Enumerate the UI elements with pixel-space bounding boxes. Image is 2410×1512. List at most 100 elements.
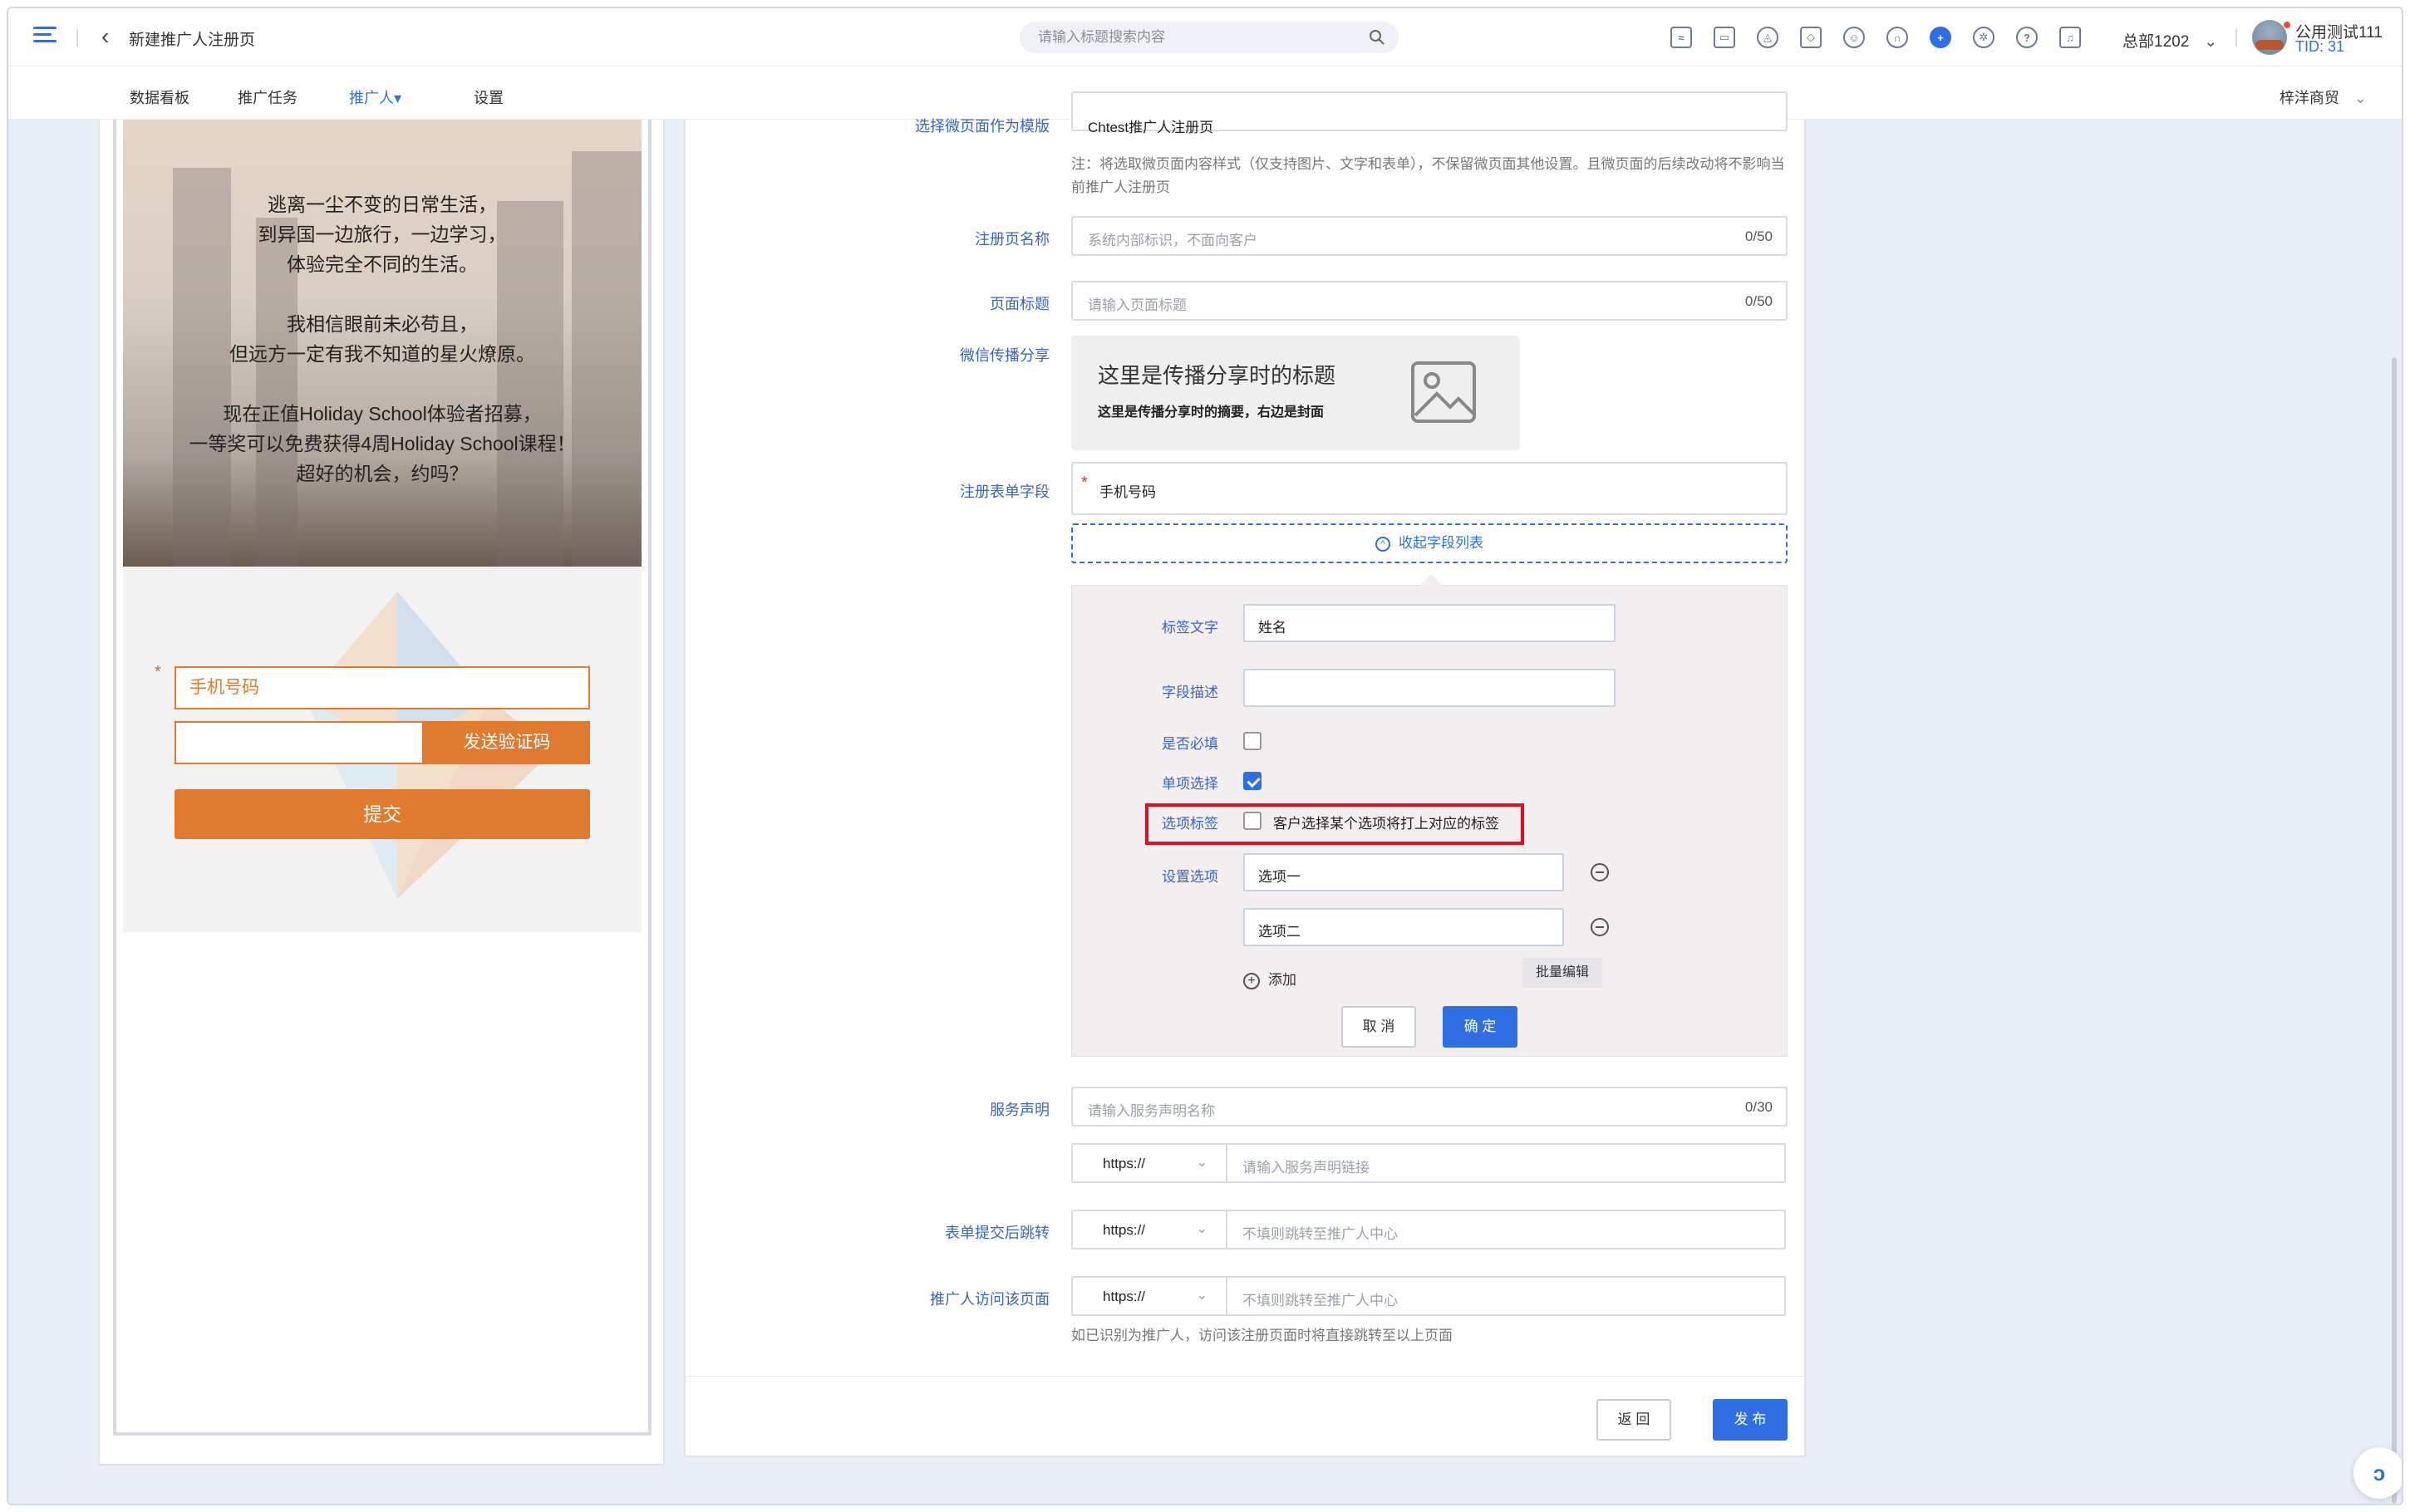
headset-icon[interactable]: ∩ bbox=[1886, 27, 1908, 48]
protocol-select[interactable]: https:// ⌄ bbox=[1071, 1210, 1226, 1249]
page-title-input[interactable]: 请输入页面标题 0/50 bbox=[1071, 281, 1788, 321]
form-card: 选择微页面作为模版 Chtest推广人注册页 注：将选取微页面内容样式（仅支持图… bbox=[684, 91, 1806, 1457]
share-title: 这里是传播分享时的标题 bbox=[1098, 363, 1336, 388]
required-star: * bbox=[155, 663, 161, 681]
hero-line: 现在正值Holiday School体验者招募， bbox=[223, 403, 542, 425]
top-bar: ‹ 新建推广人注册页 ≈ ▭ ◬ ◇ ☺ ∩ + ✲ ? ♫ 总部1202⌄ 公… bbox=[8, 8, 2402, 66]
collapse-fields-button[interactable]: ^ 收起字段列表 bbox=[1071, 523, 1788, 563]
remove-option-icon[interactable] bbox=[1591, 918, 1609, 936]
user-tid: TID: 31 bbox=[2295, 38, 2345, 55]
code-field[interactable] bbox=[175, 721, 424, 764]
bell-icon[interactable]: ♫ bbox=[2059, 27, 2081, 48]
field-editor-panel: 标签文字 姓名 字段描述 是否必填 单项选择 选项标签 客户选择某个选项将打上对… bbox=[1071, 574, 1788, 1057]
users-icon[interactable]: ☺ bbox=[1843, 27, 1865, 48]
nav-item-promoters[interactable]: 推广人▾ bbox=[349, 86, 401, 108]
nav-item-settings[interactable]: 设置 bbox=[474, 86, 504, 108]
page-name-input[interactable]: 系统内部标识，不面向客户 0/50 bbox=[1071, 216, 1788, 256]
search-icon[interactable] bbox=[1369, 29, 1385, 46]
fields-label: 注册表单字段 bbox=[960, 484, 1050, 500]
company-selector[interactable]: 梓洋商贸 ⌄ bbox=[2280, 86, 2367, 108]
option-input[interactable]: 选项一 bbox=[1243, 853, 1564, 891]
template-select[interactable]: Chtest推广人注册页 bbox=[1071, 91, 1788, 135]
protocol-value: https:// bbox=[1103, 1222, 1146, 1238]
menu-toggle-icon[interactable] bbox=[33, 27, 57, 48]
hero-paragraph: 逃离一尘不变的日常生活， 到异国一边旅行，一边学习， 体验完全不同的生活。 bbox=[123, 189, 642, 279]
collapse-up-icon: ^ bbox=[1375, 536, 1390, 552]
pointer-arrow bbox=[1419, 574, 1443, 586]
service-link-input[interactable]: 请输入服务声明链接 bbox=[1226, 1143, 1786, 1183]
avatar[interactable] bbox=[2252, 20, 2287, 55]
publish-button[interactable]: 发 布 bbox=[1713, 1399, 1788, 1441]
required-checkbox[interactable] bbox=[1243, 732, 1262, 750]
hero-paragraph: 现在正值Holiday School体验者招募， 一等奖可以免费获得4周Holi… bbox=[123, 399, 642, 488]
image-placeholder-icon[interactable] bbox=[1410, 361, 1477, 424]
add-icon[interactable]: + bbox=[1930, 27, 1951, 48]
option-tag-checkbox[interactable] bbox=[1243, 812, 1262, 830]
divider bbox=[76, 28, 78, 47]
add-label: 添加 bbox=[1268, 972, 1296, 988]
desc-input[interactable] bbox=[1243, 669, 1616, 707]
field-item-phone[interactable]: * 手机号码 bbox=[1071, 462, 1788, 515]
back-button[interactable]: 返 回 bbox=[1596, 1399, 1671, 1441]
protocol-select[interactable]: https:// ⌄ bbox=[1071, 1143, 1226, 1183]
tag-icon[interactable]: ◇ bbox=[1800, 27, 1822, 48]
share-card[interactable]: 这里是传播分享时的标题 这里是传播分享时的摘要，右边是封面 bbox=[1071, 336, 1520, 450]
protocol-value: https:// bbox=[1103, 1289, 1146, 1304]
share-desc: 这里是传播分享时的摘要，右边是封面 bbox=[1098, 405, 1325, 420]
back-arrow-icon[interactable]: ‹ bbox=[101, 25, 109, 48]
phone-field[interactable]: 手机号码 bbox=[175, 666, 590, 709]
option-tag-text: 客户选择某个选项将打上对应的标签 bbox=[1273, 816, 1499, 832]
hero-line: 到异国一边旅行，一边学习， bbox=[258, 223, 507, 245]
search-input[interactable] bbox=[1020, 22, 1335, 53]
compass-icon[interactable]: ◬ bbox=[1757, 27, 1778, 48]
char-count: 0/30 bbox=[1744, 1099, 1773, 1115]
service-name-placeholder: 请输入服务声明名称 bbox=[1088, 1103, 1215, 1119]
gear-icon[interactable]: ✲ bbox=[1973, 27, 1994, 48]
single-choice-checkbox[interactable] bbox=[1243, 772, 1262, 790]
send-code-button[interactable]: 发送验证码 bbox=[424, 721, 590, 764]
cancel-button[interactable]: 取 消 bbox=[1341, 1006, 1416, 1048]
confirm-button[interactable]: 确 定 bbox=[1443, 1006, 1517, 1048]
protocol-select[interactable]: https:// ⌄ bbox=[1071, 1276, 1226, 1316]
hero-paragraph: 我相信眼前未必苟且， 但远方一定有我不知道的星火燎原。 bbox=[123, 309, 642, 369]
collapse-label: 收起字段列表 bbox=[1399, 535, 1483, 551]
batch-edit-button[interactable]: 批量编辑 bbox=[1522, 958, 1602, 988]
page-title-placeholder: 请输入页面标题 bbox=[1088, 297, 1187, 313]
visit-url-input[interactable]: 不填则跳转至推广人中心 bbox=[1226, 1276, 1786, 1316]
hero-line: 但远方一定有我不知道的星火燎原。 bbox=[229, 343, 535, 365]
name-label: 注册页名称 bbox=[975, 231, 1050, 248]
hero-text: 逃离一尘不变的日常生活， 到异国一边旅行，一边学习， 体验完全不同的生活。 我相… bbox=[123, 189, 642, 518]
template-note: 注：将选取微页面内容样式（仅支持图片、文字和表单），不保留微页面其他设置。且微页… bbox=[1071, 156, 1785, 195]
org-selector[interactable]: 总部1202 ⌄ bbox=[2122, 29, 2217, 52]
chevron-down-icon: ⌄ bbox=[2204, 33, 2218, 51]
share-label: 微信传播分享 bbox=[960, 347, 1050, 364]
remove-option-icon[interactable] bbox=[1591, 863, 1609, 881]
help-icon[interactable]: ? bbox=[2016, 27, 2038, 48]
redirect-url-input[interactable]: 不填则跳转至推广人中心 bbox=[1226, 1210, 1786, 1249]
page-name-placeholder: 系统内部标识，不面向客户 bbox=[1088, 233, 1257, 248]
service-name-input[interactable]: 请输入服务声明名称 0/30 bbox=[1071, 1087, 1788, 1127]
add-option-button[interactable]: + 添加 bbox=[1243, 968, 1296, 989]
support-icon[interactable]: ↄ bbox=[2353, 1447, 2402, 1499]
required-label: 是否必填 bbox=[1162, 736, 1218, 752]
required-star: * bbox=[1081, 474, 1088, 492]
preview-panel: 逃离一尘不变的日常生活， 到异国一边旅行，一边学习， 体验完全不同的生活。 我相… bbox=[98, 120, 665, 1465]
nav-item-dashboard[interactable]: 数据看板 bbox=[130, 86, 189, 108]
hero-image: 逃离一尘不变的日常生活， 到异国一边旅行，一边学习， 体验完全不同的生活。 我相… bbox=[123, 120, 642, 567]
char-count: 0/50 bbox=[1744, 228, 1773, 244]
tag-text-label: 标签文字 bbox=[1162, 620, 1218, 636]
app-window: ‹ 新建推广人注册页 ≈ ▭ ◬ ◇ ☺ ∩ + ✲ ? ♫ 总部1202⌄ 公… bbox=[7, 7, 2403, 1505]
redirect-placeholder: 不填则跳转至推广人中心 bbox=[1242, 1226, 1398, 1242]
scrollbar[interactable] bbox=[2392, 357, 2397, 1504]
search-box[interactable] bbox=[1020, 22, 1399, 53]
nav-item-tasks[interactable]: 推广任务 bbox=[238, 86, 298, 108]
tag-text-input[interactable]: 姓名 bbox=[1243, 604, 1616, 642]
submit-button[interactable]: 提交 bbox=[175, 789, 590, 839]
option-value: 选项二 bbox=[1258, 924, 1301, 940]
message-icon[interactable]: ▭ bbox=[1714, 27, 1735, 48]
company-name: 梓洋商贸 bbox=[2279, 90, 2339, 106]
share-icon[interactable]: ≈ bbox=[1670, 27, 1692, 48]
option-input[interactable]: 选项二 bbox=[1243, 908, 1564, 946]
hero-line: 逃离一尘不变的日常生活， bbox=[268, 194, 497, 215]
title-label: 页面标题 bbox=[990, 296, 1050, 312]
